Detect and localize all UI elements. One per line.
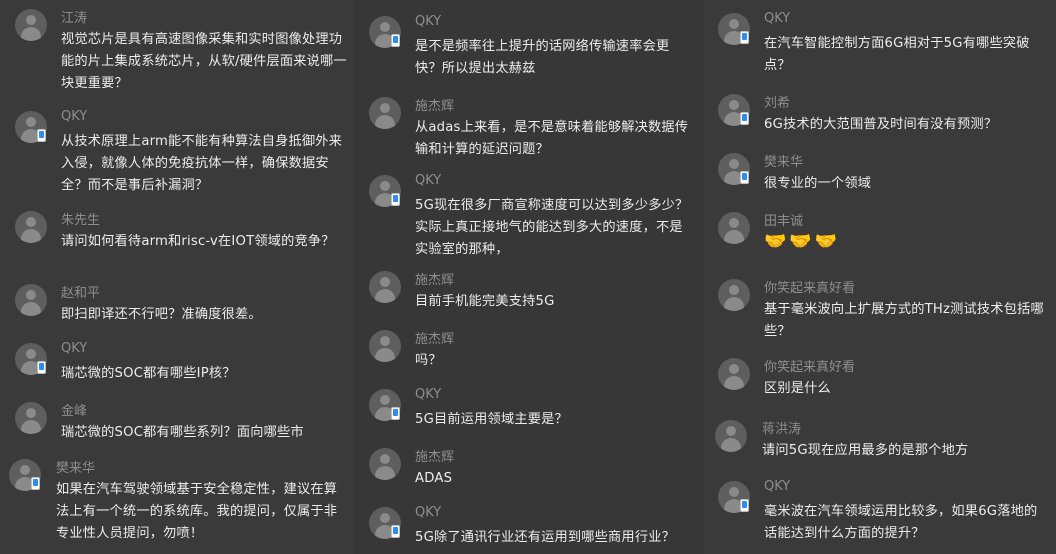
avatar[interactable]: [715, 420, 747, 452]
chat-column-right: QKY 在汽车智能控制方面6G相对于5G有哪些突破点？ 刘希 6G技术的大范围普及时间…: [703, 0, 1056, 554]
sender-name[interactable]: 施杰辉: [415, 95, 454, 114]
avatar[interactable]: [15, 9, 47, 41]
chat-column-left: 江涛视觉芯片是具有高速图像采集和实时图像处理功能的片上集成系统芯片，从软/硬件层…: [0, 0, 354, 554]
mobile-device-icon: [740, 171, 749, 184]
sender-name[interactable]: 你笑起来真好看: [764, 277, 855, 296]
mobile-device-icon: [391, 34, 400, 47]
message-text: 是不是频率往上提升的话网络传输速率会更快？所以提出太赫兹: [415, 39, 670, 76]
sender-name[interactable]: 施杰辉: [415, 269, 454, 288]
mobile-device-icon: [740, 499, 749, 512]
avatar[interactable]: [15, 211, 47, 243]
mobile-device-icon: [391, 193, 400, 206]
avatar[interactable]: [369, 448, 401, 480]
sender-name[interactable]: 你笑起来真好看: [764, 356, 855, 375]
emoji-reaction: 🤝🤝🤝: [764, 231, 841, 252]
avatar[interactable]: [15, 284, 47, 316]
avatar[interactable]: [369, 330, 401, 362]
sender-name[interactable]: 蒋洪涛: [762, 418, 801, 437]
message-text: 吗？: [415, 353, 442, 368]
sender-name[interactable]: QKY: [61, 341, 87, 356]
mobile-device-icon: [391, 407, 400, 420]
mobile-device-icon: [391, 525, 400, 538]
chat-column-middle: QKY 是不是频率往上提升的话网络传输速率会更快？所以提出太赫兹 施杰辉 从adas上…: [354, 0, 703, 554]
message-text: 请问如何看待arm和risc-v在IOT领域的竞争？: [61, 234, 335, 249]
sender-name[interactable]: 樊来华: [56, 457, 95, 476]
sender-name[interactable]: QKY: [415, 505, 441, 520]
sender-name[interactable]: 刘希: [764, 92, 790, 111]
message-text: 视觉芯片是具有高速图像采集和实时图像处理功能的片上集成系统芯片，从软/硬件层面来…: [61, 32, 347, 91]
message-text: 5G现在很多厂商宣称速度可以达到多少多少？实际上真正接地气的能达到多大的速度，不…: [415, 198, 689, 257]
sender-name[interactable]: QKY: [415, 14, 441, 29]
message-text: 瑞芯微的SOC都有哪些系列？面向哪些市: [61, 425, 304, 440]
mobile-device-icon: [740, 31, 749, 44]
sender-name[interactable]: QKY: [764, 479, 790, 494]
message-text: 请问5G现在应用最多的是那个地方: [762, 443, 969, 458]
avatar[interactable]: [369, 271, 401, 303]
sender-name[interactable]: 江涛: [61, 7, 87, 26]
avatar[interactable]: [369, 97, 401, 129]
message-text: 毫米波在汽车领域运用比较多，如果6G落地的话能达到什么方面的提升？: [764, 504, 1038, 541]
message-text: 在汽车智能控制方面6G相对于5G有哪些突破点？: [764, 36, 1030, 73]
message-text: 从技术原理上arm能不能有种算法自身抵御外来入侵，就像人体的免疫抗体一样，确保数…: [61, 134, 343, 193]
sender-name[interactable]: QKY: [61, 109, 87, 124]
message-text: 如果在汽车驾驶领域基于安全稳定性，建议在算法上有一个统一的系统库。我的提问，仅属…: [56, 482, 338, 541]
mobile-device-icon: [37, 361, 46, 374]
sender-name[interactable]: 金峰: [61, 400, 87, 419]
message-text: 从adas上来看，是不是意味着能够解决数据传输和计算的延迟问题？: [415, 120, 689, 157]
message-text: 瑞芯微的SOC都有哪些IP核？: [61, 366, 236, 381]
message-text: 目前手机能完美支持5G: [415, 294, 555, 309]
sender-name[interactable]: 朱先生: [61, 209, 100, 228]
message-text: 基于毫米波向上扩展方式的THz测试技术包括哪些？: [764, 302, 1044, 339]
sender-name[interactable]: 樊来华: [764, 151, 803, 170]
message-text: ADAS: [415, 471, 453, 486]
sender-name[interactable]: 赵和平: [61, 282, 100, 301]
message-text: 6G技术的大范围普及时间有没有预测？: [764, 117, 998, 132]
message-text: 很专业的一个领域: [764, 176, 872, 191]
message-text: 5G目前运用领域主要是？: [415, 412, 568, 427]
mobile-device-icon: [37, 129, 46, 142]
sender-name[interactable]: QKY: [415, 387, 441, 402]
message-text: 即扫即译还不行吧？准确度很差。: [61, 307, 262, 322]
avatar[interactable]: [15, 402, 47, 434]
sender-name[interactable]: 田丰诚: [764, 210, 803, 229]
mobile-device-icon: [31, 477, 40, 490]
sender-name[interactable]: 施杰辉: [415, 446, 454, 465]
mobile-device-icon: [740, 112, 749, 125]
message-text: 5G除了通讯行业还有运用到哪些商用行业？: [415, 530, 675, 545]
avatar[interactable]: [718, 212, 750, 244]
sender-name[interactable]: 施杰辉: [415, 328, 454, 347]
sender-name[interactable]: QKY: [764, 11, 790, 26]
avatar[interactable]: [718, 358, 750, 390]
message-text: 区别是什么: [764, 381, 831, 396]
sender-name[interactable]: QKY: [415, 173, 441, 188]
avatar[interactable]: [718, 279, 750, 311]
